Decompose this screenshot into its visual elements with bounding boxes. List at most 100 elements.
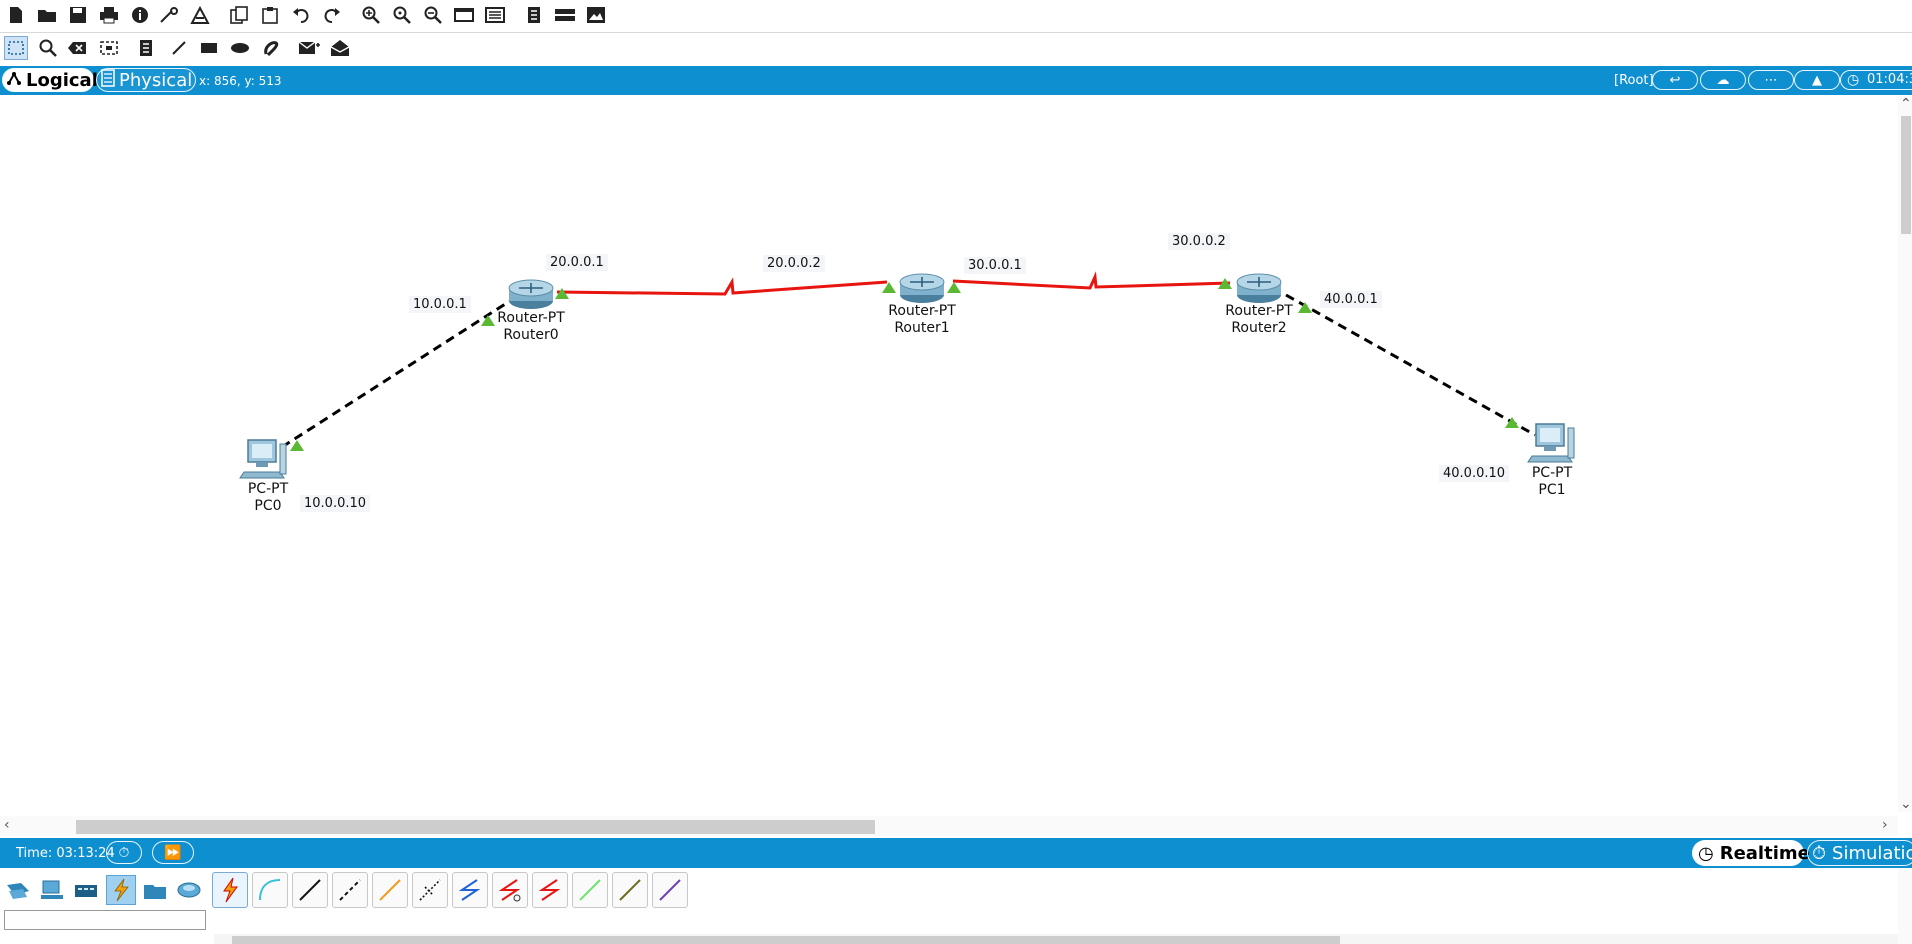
scroll-up-icon[interactable]: ⌃ (1900, 96, 1912, 112)
device-name: PC1 (1538, 482, 1566, 498)
copper-cross-over-icon[interactable] (332, 872, 368, 908)
device-label-pc1: PC-PT PC1 (1532, 465, 1572, 499)
device-label-router0: Router-PT Router0 (497, 310, 565, 344)
pdu-list-icon[interactable] (523, 4, 545, 26)
horizontal-scrollbar[interactable]: ‹ › (0, 816, 1898, 836)
device-search-input[interactable] (4, 910, 206, 930)
horizontal-scroll-thumb[interactable] (76, 820, 875, 834)
link-pc0-router0[interactable] (281, 297, 514, 449)
select-icon[interactable] (4, 36, 28, 60)
fast-forward-button[interactable]: ⏩ (152, 841, 194, 864)
place-note-icon[interactable] (135, 37, 157, 59)
octal-cable-icon[interactable] (572, 872, 608, 908)
drawing-palette-icon[interactable] (453, 4, 475, 26)
custom-device-icon[interactable] (158, 4, 180, 26)
scroll-down-icon[interactable]: ⌄ (1900, 796, 1912, 812)
viewport-icon[interactable] (554, 4, 576, 26)
save-icon[interactable] (67, 4, 89, 26)
tab-logical[interactable]: Logical (2, 68, 98, 92)
link-router2-pc1[interactable] (1285, 293, 1536, 437)
back-button[interactable]: ↩ (1652, 70, 1698, 90)
serial-dce-icon[interactable] (492, 872, 528, 908)
scroll-left-icon[interactable]: ‹ (4, 817, 10, 833)
mountain-icon: ▲ (1812, 72, 1822, 88)
device-panel (0, 868, 1912, 944)
ip-label: 30.0.0.2 (1168, 233, 1230, 250)
device-panel-vertical-scrollbar[interactable] (1898, 868, 1912, 944)
new-cluster-button[interactable]: ⋯ (1748, 70, 1794, 90)
device-label-router2: Router-PT Router2 (1225, 303, 1293, 337)
zoom-reset-icon[interactable] (391, 4, 413, 26)
realtime-clock-icon: ◷ (1698, 842, 1714, 864)
cluster-button[interactable]: ☁ (1700, 70, 1746, 90)
device-panel-scrollbar[interactable] (214, 934, 1898, 944)
time-display: Time: 03:13:24 (16, 846, 115, 861)
end-devices-icon[interactable] (38, 876, 66, 904)
realtime-mode-button[interactable]: ◷ Realtime (1692, 840, 1810, 866)
link-status-triangle (290, 440, 304, 451)
info-icon[interactable] (129, 4, 151, 26)
image-icon[interactable] (585, 4, 607, 26)
ip-label: 30.0.0.1 (964, 257, 1026, 274)
router-icon[interactable] (1236, 273, 1282, 303)
network-devices-icon[interactable] (4, 876, 32, 904)
multiuser-icon[interactable] (175, 876, 203, 904)
draw-line-icon[interactable] (168, 37, 190, 59)
misc-icon[interactable] (141, 876, 169, 904)
draw-rectangle-icon[interactable] (198, 37, 220, 59)
zoom-out-icon[interactable] (422, 4, 444, 26)
simulation-mode-button[interactable]: ⏱ Simulation (1807, 840, 1912, 866)
physical-icon (101, 68, 115, 92)
router-icon[interactable] (899, 273, 945, 303)
undo-icon[interactable] (290, 4, 312, 26)
cursor-coordinates: x: 856, y: 513 (199, 74, 282, 88)
power-cycle-icon: ⏱ (118, 844, 130, 861)
automatic-connection-icon[interactable] (212, 872, 248, 908)
vertical-scrollbar[interactable]: ⌃ ⌄ (1898, 96, 1912, 812)
copper-straight-through-icon[interactable] (292, 872, 328, 908)
freeform-icon[interactable] (260, 37, 282, 59)
redo-icon[interactable] (321, 4, 343, 26)
custom-device-dialog-icon[interactable] (484, 4, 506, 26)
delete-icon[interactable] (66, 37, 88, 59)
vertical-scroll-thumb[interactable] (1901, 116, 1911, 234)
device-panel-scroll-thumb[interactable] (232, 936, 1340, 944)
power-cycle-button[interactable]: ⏱ (106, 841, 142, 864)
fiber-icon[interactable] (372, 872, 408, 908)
clock-display: ◷ 01:04:30 (1840, 70, 1912, 90)
new-file-icon[interactable] (5, 4, 27, 26)
copy-icon[interactable] (228, 4, 250, 26)
add-simple-pdu-icon[interactable] (298, 37, 320, 59)
open-folder-icon[interactable] (36, 4, 58, 26)
iot-custom-cable-icon[interactable] (612, 872, 648, 908)
connections-icon[interactable] (106, 875, 136, 905)
scroll-right-icon[interactable]: › (1882, 817, 1888, 833)
link-status-triangle (947, 282, 961, 293)
paste-icon[interactable] (259, 4, 281, 26)
components-icon[interactable] (72, 876, 100, 904)
coaxial-cable-icon[interactable] (452, 872, 488, 908)
pc-icon[interactable] (1527, 423, 1575, 463)
draw-ellipse-icon[interactable] (229, 37, 251, 59)
phone-cable-icon[interactable] (412, 872, 448, 908)
link-router1-router2[interactable] (952, 271, 1231, 290)
usb-cable-icon[interactable] (652, 872, 688, 908)
activity-wizard-icon[interactable] (189, 4, 211, 26)
serial-dte-icon[interactable] (532, 872, 568, 908)
logical-workspace[interactable]: 10.0.0.10 10.0.0.1 20.0.0.1 20.0.0.2 30.… (0, 96, 1912, 824)
inspect-icon[interactable] (37, 37, 59, 59)
tab-physical[interactable]: Physical (96, 68, 196, 92)
add-complex-pdu-icon[interactable] (329, 37, 351, 59)
tab-physical-label: Physical (119, 69, 193, 91)
simulation-label: Simulation (1832, 842, 1912, 864)
device-name: Router0 (503, 327, 559, 343)
pc-icon[interactable] (239, 439, 287, 479)
print-icon[interactable] (98, 4, 120, 26)
router-icon[interactable] (508, 279, 554, 309)
link-router0-router1[interactable] (556, 277, 888, 296)
resize-icon[interactable] (98, 37, 120, 59)
background-image-button[interactable]: ▲ (1794, 70, 1840, 90)
console-cable-icon[interactable] (252, 872, 288, 908)
cluster-icon: ⋯ (1764, 72, 1778, 88)
zoom-in-icon[interactable] (360, 4, 382, 26)
